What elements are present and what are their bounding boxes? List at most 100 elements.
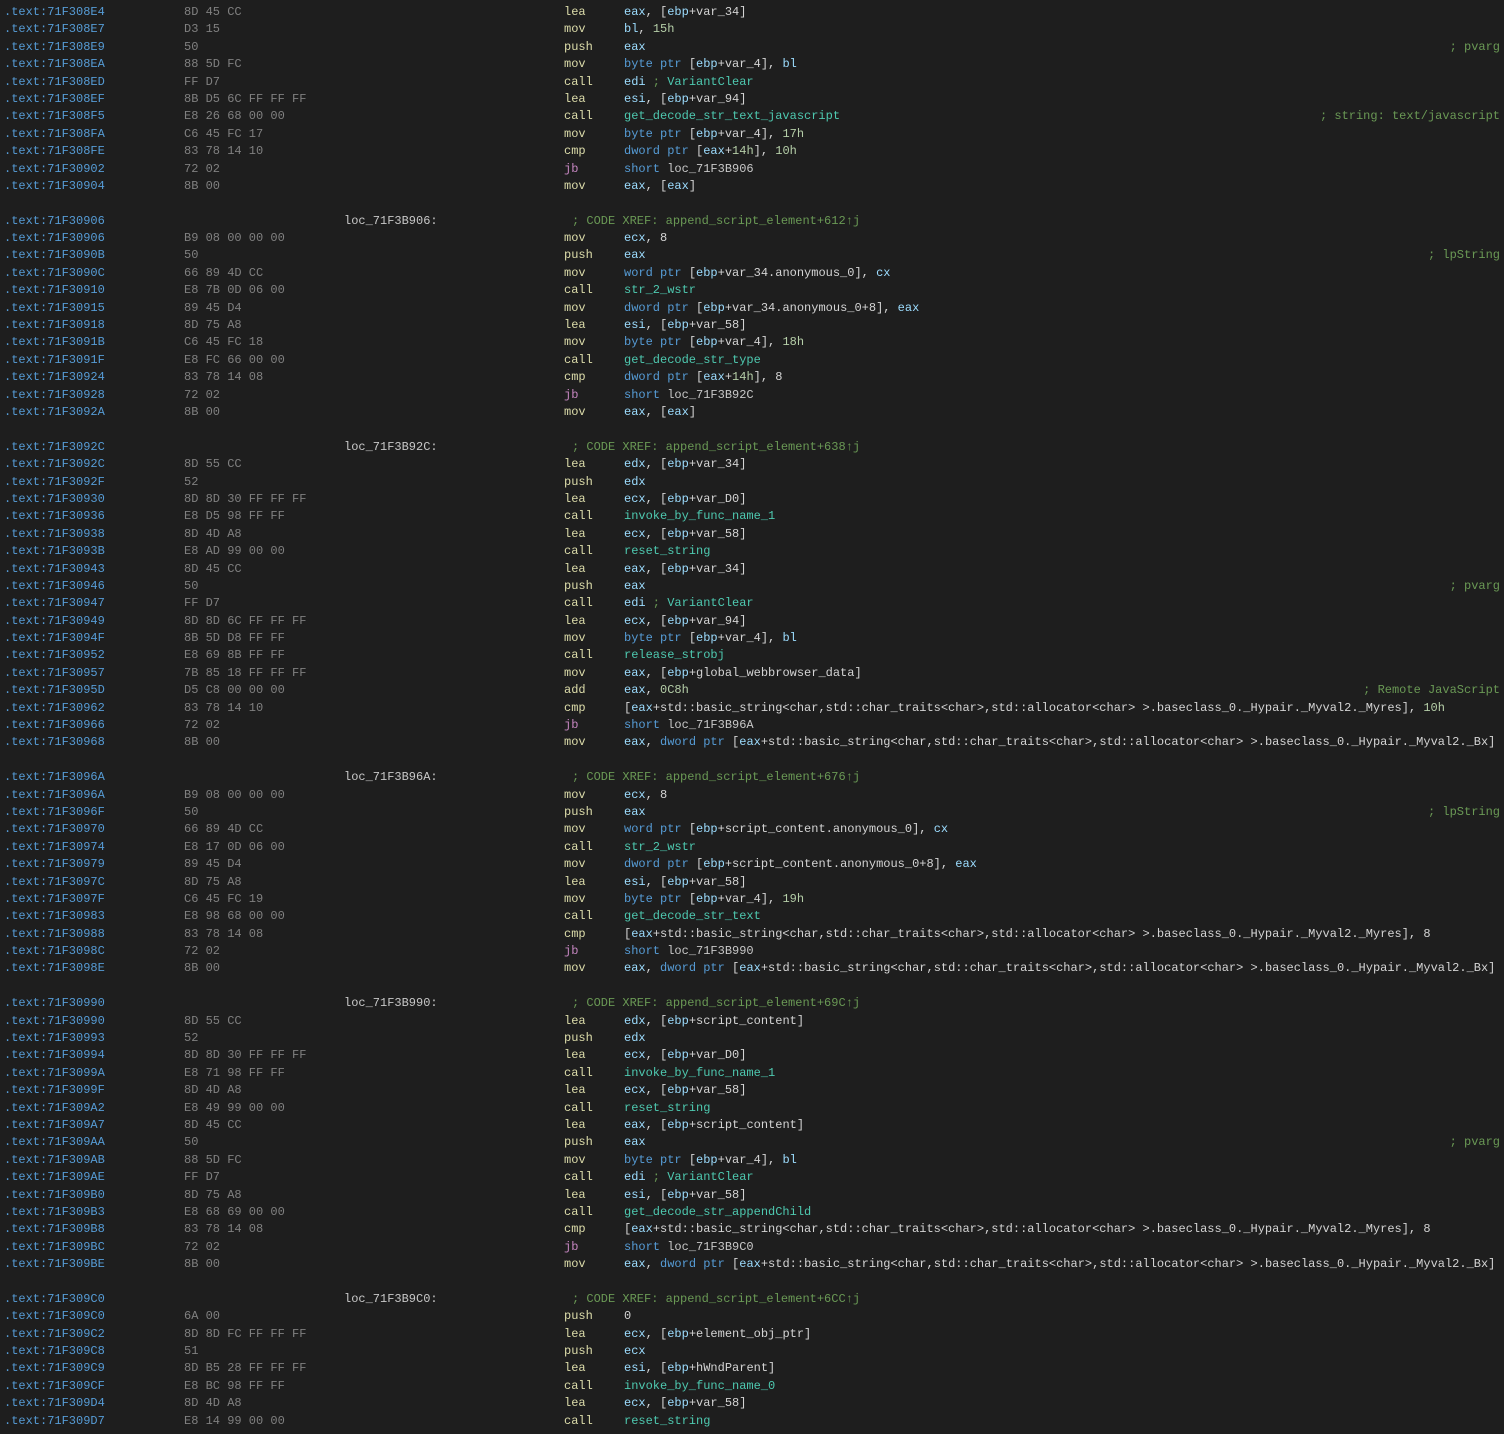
code-line[interactable]: .text:71F309B0 8D 75 A8 lea esi, [ebp+va…: [0, 1187, 1504, 1204]
code-line[interactable]: .text:71F309BC 72 02 jb short loc_71F3B9…: [0, 1239, 1504, 1256]
code-line[interactable]: .text:71F309D7 E8 14 99 00 00 call reset…: [0, 1413, 1504, 1430]
code-line[interactable]: .text:71F30990 loc_71F3B990: ; CODE XREF…: [0, 995, 1504, 1012]
code-line[interactable]: .text:71F30906 B9 08 00 00 00 mov ecx, 8: [0, 230, 1504, 247]
xref-comment: ; CODE XREF: append_script_element+676↑j: [564, 769, 860, 786]
address: .text:71F309C0: [4, 1308, 184, 1325]
code-line[interactable]: .text:71F30906 loc_71F3B906: ; CODE XREF…: [0, 213, 1504, 230]
code-line[interactable]: .text:71F30924 83 78 14 08 cmp dword ptr…: [0, 369, 1504, 386]
code-line[interactable]: .text:71F30988 83 78 14 08 cmp [eax+std:…: [0, 926, 1504, 943]
code-line[interactable]: .text:71F30902 72 02 jb short loc_71F3B9…: [0, 161, 1504, 178]
code-line[interactable]: .text:71F3091B C6 45 FC 18 mov byte ptr …: [0, 334, 1504, 351]
comment: ; lpString: [1406, 804, 1500, 821]
code-line[interactable]: .text:71F30968 8B 00 mov eax, dword ptr …: [0, 734, 1504, 751]
code-line[interactable]: .text:71F30993 52 push edx: [0, 1030, 1504, 1047]
code-line[interactable]: .text:71F3090B 50 push eax ; lpString: [0, 247, 1504, 264]
address: .text:71F30936: [4, 508, 184, 525]
code-line[interactable]: [0, 752, 1504, 769]
code-line[interactable]: .text:71F3099F 8D 4D A8 lea ecx, [ebp+va…: [0, 1082, 1504, 1099]
code-line[interactable]: .text:71F30966 72 02 jb short loc_71F3B9…: [0, 717, 1504, 734]
code-line[interactable]: .text:71F30994 8D 8D 30 FF FF FF lea ecx…: [0, 1047, 1504, 1064]
code-line[interactable]: .text:71F30983 E8 98 68 00 00 call get_d…: [0, 908, 1504, 925]
address: .text:71F3096A: [4, 787, 184, 804]
bytes: E8 AD 99 00 00: [184, 543, 344, 560]
code-line[interactable]: .text:71F3099A E8 71 98 FF FF call invok…: [0, 1065, 1504, 1082]
code-line[interactable]: .text:71F30970 66 89 4D CC mov word ptr …: [0, 821, 1504, 838]
code-line[interactable]: .text:71F3098C 72 02 jb short loc_71F3B9…: [0, 943, 1504, 960]
code-line[interactable]: .text:71F30957 7B 85 18 FF FF FF mov eax…: [0, 665, 1504, 682]
code-line[interactable]: .text:71F308EA 88 5D FC mov byte ptr [eb…: [0, 56, 1504, 73]
code-line[interactable]: .text:71F308EF 8B D5 6C FF FF FF lea esi…: [0, 91, 1504, 108]
address: .text:71F308EA: [4, 56, 184, 73]
code-line[interactable]: .text:71F3095D D5 C8 00 00 00 add eax, 0…: [0, 682, 1504, 699]
code-line[interactable]: .text:71F3096A loc_71F3B96A: ; CODE XREF…: [0, 769, 1504, 786]
code-line[interactable]: .text:71F30952 E8 69 8B FF FF call relea…: [0, 647, 1504, 664]
address: .text:71F3095D: [4, 682, 184, 699]
code-line[interactable]: .text:71F308E7 D3 15 mov bl, 15h: [0, 21, 1504, 38]
code-line[interactable]: .text:71F3098E 8B 00 mov eax, dword ptr …: [0, 960, 1504, 977]
operands: short loc_71F3B906: [624, 161, 1500, 178]
code-line[interactable]: .text:71F3096A B9 08 00 00 00 mov ecx, 8: [0, 787, 1504, 804]
code-line[interactable]: .text:71F3096F 50 push eax ; lpString: [0, 804, 1504, 821]
operands: eax: [624, 1134, 1427, 1151]
code-line[interactable]: .text:71F3092C loc_71F3B92C: ; CODE XREF…: [0, 439, 1504, 456]
code-line[interactable]: [0, 421, 1504, 438]
code-line[interactable]: [0, 1274, 1504, 1291]
code-line[interactable]: .text:71F3091F E8 FC 66 00 00 call get_d…: [0, 352, 1504, 369]
address: .text:71F309B8: [4, 1221, 184, 1238]
comment: ; string: text/javascript: [1298, 108, 1500, 125]
code-line[interactable]: .text:71F30930 8D 8D 30 FF FF FF lea ecx…: [0, 491, 1504, 508]
code-line[interactable]: .text:71F308FE 83 78 14 10 cmp dword ptr…: [0, 143, 1504, 160]
code-line[interactable]: .text:71F30943 8D 45 CC lea eax, [ebp+va…: [0, 561, 1504, 578]
code-line[interactable]: .text:71F309B8 83 78 14 08 cmp [eax+std:…: [0, 1221, 1504, 1238]
code-line[interactable]: .text:71F30990 8D 55 CC lea edx, [ebp+sc…: [0, 1013, 1504, 1030]
code-line[interactable]: [0, 978, 1504, 995]
code-line[interactable]: .text:71F30936 E8 D5 98 FF FF call invok…: [0, 508, 1504, 525]
code-line[interactable]: .text:71F3097C 8D 75 A8 lea esi, [ebp+va…: [0, 874, 1504, 891]
code-line[interactable]: .text:71F3092F 52 push edx: [0, 474, 1504, 491]
code-line[interactable]: .text:71F309C8 51 push ecx: [0, 1343, 1504, 1360]
code-line[interactable]: .text:71F3090C 66 89 4D CC mov word ptr …: [0, 265, 1504, 282]
mnemonic: mov: [564, 21, 624, 38]
code-line[interactable]: .text:71F308E4 8D 45 CC lea eax, [ebp+va…: [0, 4, 1504, 21]
code-line[interactable]: .text:71F30979 89 45 D4 mov dword ptr [e…: [0, 856, 1504, 873]
bytes: 88 5D FC: [184, 1152, 344, 1169]
code-line[interactable]: .text:71F3093B E8 AD 99 00 00 call reset…: [0, 543, 1504, 560]
code-line[interactable]: .text:71F3097F C6 45 FC 19 mov byte ptr …: [0, 891, 1504, 908]
code-line[interactable]: .text:71F30915 89 45 D4 mov dword ptr [e…: [0, 300, 1504, 317]
code-line[interactable]: .text:71F30918 8D 75 A8 lea esi, [ebp+va…: [0, 317, 1504, 334]
code-line[interactable]: .text:71F30974 E8 17 0D 06 00 call str_2…: [0, 839, 1504, 856]
code-line[interactable]: .text:71F308FA C6 45 FC 17 mov byte ptr …: [0, 126, 1504, 143]
code-line[interactable]: .text:71F30949 8D 8D 6C FF FF FF lea ecx…: [0, 613, 1504, 630]
bytes: C6 45 FC 18: [184, 334, 344, 351]
code-line[interactable]: .text:71F309C0 loc_71F3B9C0: ; CODE XREF…: [0, 1291, 1504, 1308]
code-line[interactable]: .text:71F309D4 8D 4D A8 lea ecx, [ebp+va…: [0, 1395, 1504, 1412]
code-line[interactable]: .text:71F30904 8B 00 mov eax, [eax]: [0, 178, 1504, 195]
code-line[interactable]: .text:71F30946 50 push eax ; pvarg: [0, 578, 1504, 595]
code-line[interactable]: .text:71F309A2 E8 49 99 00 00 call reset…: [0, 1100, 1504, 1117]
code-line[interactable]: .text:71F3092A 8B 00 mov eax, [eax]: [0, 404, 1504, 421]
code-line[interactable]: [0, 195, 1504, 212]
code-line[interactable]: .text:71F309C0 6A 00 push 0: [0, 1308, 1504, 1325]
address: .text:71F3090C: [4, 265, 184, 282]
code-line[interactable]: .text:71F308ED FF D7 call edi ; VariantC…: [0, 74, 1504, 91]
code-line[interactable]: .text:71F3092C 8D 55 CC lea edx, [ebp+va…: [0, 456, 1504, 473]
code-line[interactable]: .text:71F309AE FF D7 call edi ; VariantC…: [0, 1169, 1504, 1186]
code-line[interactable]: .text:71F309CF E8 BC 98 FF FF call invok…: [0, 1378, 1504, 1395]
code-line[interactable]: .text:71F309AB 88 5D FC mov byte ptr [eb…: [0, 1152, 1504, 1169]
mnemonic: mov: [564, 178, 624, 195]
code-line[interactable]: .text:71F308F5 E8 26 68 00 00 call get_d…: [0, 108, 1504, 125]
code-line[interactable]: .text:71F309BE 8B 00 mov eax, dword ptr …: [0, 1256, 1504, 1273]
code-line[interactable]: .text:71F30938 8D 4D A8 lea ecx, [ebp+va…: [0, 526, 1504, 543]
code-line[interactable]: .text:71F309C9 8D B5 28 FF FF FF lea esi…: [0, 1360, 1504, 1377]
code-line[interactable]: .text:71F30947 FF D7 call edi ; VariantC…: [0, 595, 1504, 612]
code-line[interactable]: .text:71F309C2 8D 8D FC FF FF FF lea ecx…: [0, 1326, 1504, 1343]
code-line[interactable]: .text:71F309AA 50 push eax ; pvarg: [0, 1134, 1504, 1151]
mnemonic: lea: [564, 456, 624, 473]
code-line[interactable]: .text:71F30910 E8 7B 0D 06 00 call str_2…: [0, 282, 1504, 299]
code-line[interactable]: .text:71F309B3 E8 68 69 00 00 call get_d…: [0, 1204, 1504, 1221]
code-line[interactable]: .text:71F308E9 50 push eax ; pvarg: [0, 39, 1504, 56]
code-line[interactable]: .text:71F30928 72 02 jb short loc_71F3B9…: [0, 387, 1504, 404]
code-line[interactable]: .text:71F309A7 8D 45 CC lea eax, [ebp+sc…: [0, 1117, 1504, 1134]
code-line[interactable]: .text:71F30962 83 78 14 10 cmp [eax+std:…: [0, 700, 1504, 717]
code-line[interactable]: .text:71F3094F 8B 5D D8 FF FF mov byte p…: [0, 630, 1504, 647]
